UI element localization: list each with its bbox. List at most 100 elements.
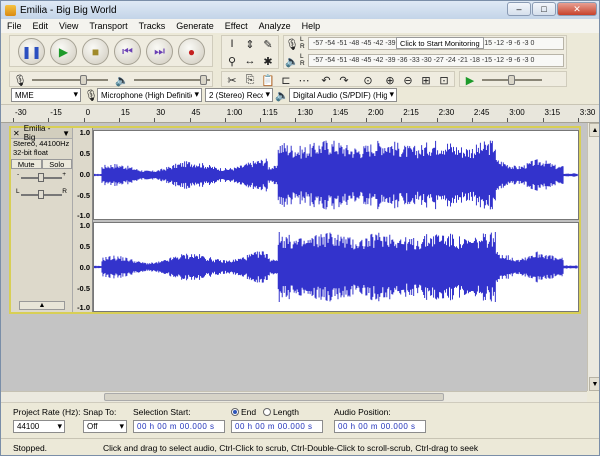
menu-transport[interactable]: Transport <box>89 21 127 31</box>
collapse-track-button[interactable]: ▲ <box>19 301 65 310</box>
trim-icon[interactable]: ⊏ <box>278 72 294 88</box>
audio-host-select[interactable]: MME <box>11 88 81 102</box>
vertical-scrollbar[interactable]: ▲ ▼ <box>587 123 599 391</box>
solo-button[interactable]: Solo <box>41 159 72 169</box>
output-volume-slider[interactable] <box>134 74 210 86</box>
fit-selection-icon[interactable]: ⊞ <box>418 72 434 88</box>
ruler-tick-mark <box>118 118 120 122</box>
paste-icon[interactable]: 📋 <box>260 72 276 88</box>
horizontal-scrollbar[interactable] <box>1 391 587 402</box>
track-close-button[interactable]: ✕ <box>11 129 22 138</box>
menu-edit[interactable]: Edit <box>33 21 49 31</box>
silence-icon[interactable]: ⋯ <box>296 72 312 88</box>
transport-toolbar: ❚❚ ▶ ■ ⏮ ⏭ ● <box>9 35 213 67</box>
rec-meter-l: L <box>300 36 304 43</box>
ruler-tick-mark <box>507 118 509 122</box>
multi-tool-icon[interactable]: ✱ <box>260 53 276 69</box>
input-device-select[interactable]: Microphone (High Definitic <box>97 88 202 102</box>
menu-tracks[interactable]: Tracks <box>139 21 166 31</box>
track-format: Stereo, 44100Hz <box>13 139 70 148</box>
menu-generate[interactable]: Generate <box>176 21 214 31</box>
ruler-tick-label: 2:15 <box>403 108 419 117</box>
playback-meter[interactable]: -57 -54 -51 -48 -45 -42 -39 -36 -33 -30 … <box>308 54 564 67</box>
horizontal-scroll-thumb[interactable] <box>104 393 444 401</box>
length-radio[interactable]: Length <box>263 407 299 417</box>
sync-lock-icon[interactable]: ⊙ <box>360 72 376 88</box>
timeshift-tool-icon[interactable]: ↔ <box>242 53 258 69</box>
skip-end-button[interactable]: ⏭ <box>146 38 173 65</box>
waveform-right-channel[interactable] <box>93 222 579 312</box>
play-at-speed-toolbar: ▶ <box>459 71 567 87</box>
fit-project-icon[interactable]: ⊡ <box>436 72 452 88</box>
waveform-left-channel[interactable] <box>93 130 579 220</box>
menu-effect[interactable]: Effect <box>225 21 248 31</box>
selection-end-field[interactable]: 00 h 00 m 00.000 s <box>231 420 323 433</box>
ruler-tick-mark <box>48 118 50 122</box>
play-at-speed-icon[interactable]: ▶ <box>462 72 478 88</box>
mute-button[interactable]: Mute <box>11 159 42 169</box>
redo-icon[interactable]: ↷ <box>336 72 352 88</box>
ruler-tick-mark <box>189 118 191 122</box>
selection-tool-icon[interactable]: I <box>224 36 240 52</box>
rec-meter-r: R <box>300 43 305 50</box>
mic-volume-icon: 🎙 <box>13 74 27 87</box>
audio-track[interactable]: ✕ Emilia - Big ▼ Stereo, 44100Hz 32-bit … <box>9 124 581 314</box>
undo-icon[interactable]: ↶ <box>318 72 334 88</box>
ruler-tick-label: 0 <box>85 108 91 117</box>
microphone-icon: 🎙 <box>285 38 299 51</box>
input-volume-slider[interactable] <box>32 74 108 86</box>
play-button[interactable]: ▶ <box>50 38 77 65</box>
title-bar: Emilia - Big Big World – □ ✕ <box>1 1 599 19</box>
selection-start-field[interactable]: 00 h 00 m 00.000 s <box>133 420 225 433</box>
mixer-toolbar: 🎙 🔈 <box>9 71 213 87</box>
start-monitoring-label[interactable]: Click to Start Monitoring <box>396 37 484 49</box>
cut-icon[interactable]: ✂ <box>224 72 240 88</box>
ruler-tick-label: -15 <box>50 108 62 117</box>
audacity-window: Emilia - Big Big World – □ ✕ File Edit V… <box>0 0 600 456</box>
speaker-icon: 🔈 <box>285 55 299 68</box>
draw-tool-icon[interactable]: ✎ <box>260 36 276 52</box>
menu-analyze[interactable]: Analyze <box>259 21 291 31</box>
scroll-up-icon[interactable]: ▲ <box>589 123 599 137</box>
zoom-out-icon[interactable]: ⊖ <box>400 72 416 88</box>
ruler-tick-label: 3:15 <box>544 108 561 117</box>
audio-position-field[interactable]: 00 h 00 m 00.000 s <box>334 420 426 433</box>
skip-end-icon: ⏭ <box>154 44 165 58</box>
playback-speed-slider[interactable] <box>482 74 542 86</box>
edit-toolbar: ✂ ⎘ 📋 ⊏ ⋯ ↶ ↷ ⊙ ⊕ ⊖ ⊞ ⊡ <box>221 71 455 87</box>
menu-file[interactable]: File <box>7 21 22 31</box>
menu-help[interactable]: Help <box>302 21 321 31</box>
timeline-ruler[interactable]: -30 -15 0 15 30 45 1:00 1:15 1:30 1:45 2:00 2:15 2:3… <box>1 105 599 123</box>
skip-start-button[interactable]: ⏮ <box>114 38 141 65</box>
ruler-tick-mark <box>542 118 544 122</box>
ruler-tick-label: 2:45 <box>473 108 490 117</box>
selection-start-label: Selection Start: <box>133 407 191 417</box>
amplitude-ruler: 1.0 0.5 0.0 -0.5 -1.0 1.0 0.5 0.0 -0.5 -… <box>73 128 93 312</box>
snap-to-select[interactable]: Off <box>83 420 127 433</box>
menu-view[interactable]: View <box>59 21 78 31</box>
selection-toolbar: Project Rate (Hz): 44100 Snap To: Off Se… <box>1 402 599 438</box>
output-device-select[interactable]: Digital Audio (S/PDIF) (High <box>289 88 397 102</box>
pan-slider[interactable]: L R <box>15 188 68 203</box>
zoom-in-icon[interactable]: ⊕ <box>382 72 398 88</box>
minimize-button[interactable]: – <box>507 2 531 16</box>
input-channels-select[interactable]: 2 (Stereo) Recor <box>205 88 273 102</box>
ruler-tick-label: -30 <box>15 108 27 117</box>
scroll-down-icon[interactable]: ▼ <box>589 377 599 391</box>
track-menu-arrow[interactable]: ▼ <box>60 129 72 138</box>
copy-icon[interactable]: ⎘ <box>242 72 258 88</box>
gain-slider[interactable]: - + <box>15 171 68 186</box>
window-title: Emilia - Big Big World <box>20 4 117 16</box>
skip-start-icon: ⏮ <box>122 44 133 58</box>
track-panel[interactable]: ✕ Emilia - Big ▼ Stereo, 44100Hz 32-bit … <box>1 123 587 391</box>
pause-icon: ❚❚ <box>21 44 42 59</box>
envelope-tool-icon[interactable]: ⇕ <box>242 36 258 52</box>
project-rate-select[interactable]: 44100 <box>13 420 65 433</box>
zoom-tool-icon[interactable]: ⚲ <box>224 53 240 69</box>
close-button[interactable]: ✕ <box>557 2 597 16</box>
pause-button[interactable]: ❚❚ <box>18 38 45 65</box>
maximize-button[interactable]: □ <box>532 2 556 16</box>
record-button[interactable]: ● <box>178 38 205 65</box>
stop-button[interactable]: ■ <box>82 38 109 65</box>
end-radio[interactable]: End <box>231 407 256 417</box>
